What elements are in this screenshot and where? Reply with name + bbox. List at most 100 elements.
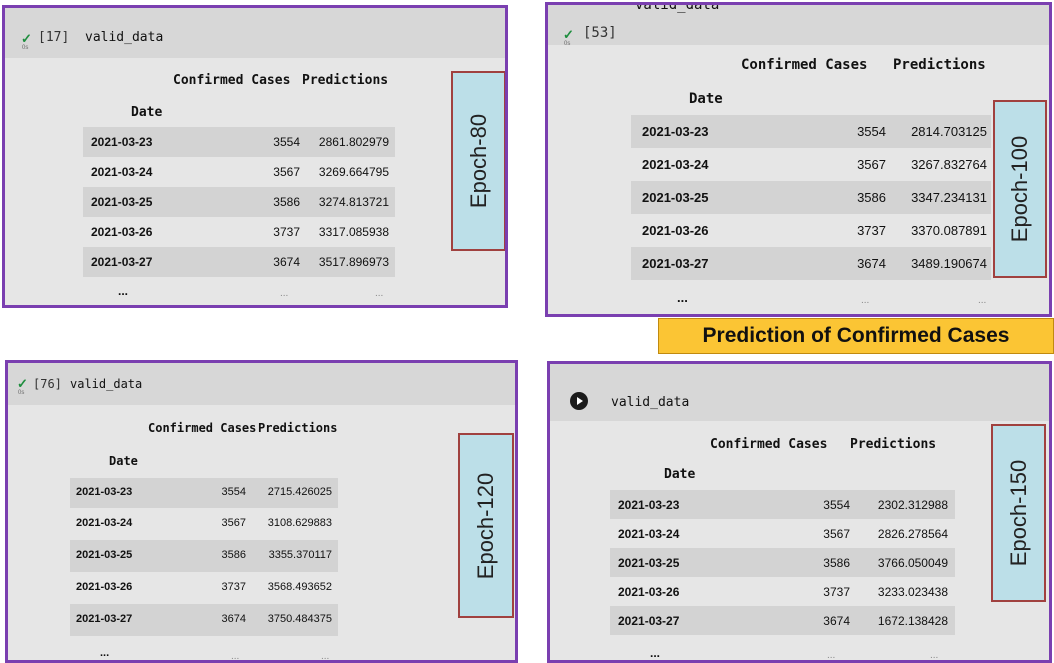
prediction-cell: 3233.023438: [877, 585, 948, 599]
check-icon: ✓: [563, 27, 574, 42]
table-row: 2021-03-24 3567 2826.278564: [610, 519, 955, 548]
play-circle-icon[interactable]: [570, 392, 588, 410]
notebook-cell-panel-epoch-80: ✓ 0s [17] valid_data Confirmed Cases Pre…: [2, 5, 508, 308]
confirmed-cell: 3567: [823, 527, 850, 541]
index-header-date: Date: [131, 105, 163, 120]
execution-time: 0s: [22, 45, 29, 51]
prediction-cell: 3355.370117: [268, 549, 332, 561]
prediction-cell: 3370.087891: [911, 223, 987, 238]
confirmed-cell: 3674: [857, 256, 886, 271]
date-cell: 2021-03-27: [76, 613, 133, 625]
epoch-label: Epoch-120: [473, 472, 498, 579]
confirmed-cell: 3586: [221, 549, 246, 561]
ellipsis-row: ...: [650, 646, 661, 660]
prediction-cell: 3750.484375: [267, 613, 332, 625]
execution-count: [17]: [38, 30, 70, 45]
column-header-predictions: Predictions: [893, 57, 986, 73]
epoch-label: Epoch-80: [465, 113, 491, 209]
check-icon: ✓: [17, 376, 28, 391]
confirmed-cell: 3737: [221, 581, 246, 593]
confirmed-cell: 3567: [857, 157, 886, 172]
code-cell-bar[interactable]: [5, 8, 505, 58]
epoch-label: Epoch-150: [1005, 459, 1031, 567]
code-text[interactable]: valid_data: [70, 377, 142, 391]
table-row: 2021-03-26 3737 3370.087891: [631, 214, 991, 247]
table-row: 2021-03-23 3554 2814.703125: [631, 115, 991, 148]
ellipsis-cell: ...: [861, 295, 870, 306]
date-cell: 2021-03-26: [76, 581, 133, 593]
prediction-cell: 2814.703125: [911, 124, 987, 139]
date-cell: 2021-03-27: [91, 255, 153, 269]
confirmed-cell: 3674: [273, 255, 300, 269]
table-row: 2021-03-25 3586 3766.050049: [610, 548, 955, 577]
table-row: 2021-03-23 3554 2302.312988: [610, 490, 955, 519]
confirmed-cell: 3586: [823, 556, 850, 570]
prediction-cell: 3766.050049: [877, 556, 948, 570]
column-header-predictions: Predictions: [850, 437, 937, 452]
confirmed-cell: 3674: [823, 614, 850, 628]
table-row: 2021-03-23 3554 2861.802979: [83, 127, 395, 157]
index-header-date: Date: [109, 454, 138, 468]
prediction-cell: 2826.278564: [877, 527, 948, 541]
ellipsis-cell: ...: [827, 650, 836, 661]
date-cell: 2021-03-26: [91, 225, 153, 239]
confirmed-cell: 3554: [823, 498, 850, 512]
prediction-cell: 3347.234131: [911, 190, 987, 205]
confirmed-cell: 3567: [221, 517, 246, 529]
confirmed-cell: 3567: [273, 165, 300, 179]
date-cell: 2021-03-25: [76, 549, 133, 561]
table-row: 2021-03-24 3567 3269.664795: [83, 157, 395, 187]
table-row: 2021-03-23 3554 2715.426025: [70, 478, 338, 508]
table-row: 2021-03-27 3674 1672.138428: [610, 606, 955, 635]
ellipsis-cell: ...: [321, 651, 330, 662]
execution-count: [76]: [33, 377, 62, 391]
column-header-confirmed: Confirmed Cases: [148, 421, 257, 435]
code-text[interactable]: valid_data: [611, 395, 689, 410]
prediction-cell: 2861.802979: [318, 135, 389, 149]
date-cell: 2021-03-23: [91, 135, 153, 149]
table-row: 2021-03-25 3586 3347.234131: [631, 181, 991, 214]
table-row: 2021-03-26 3737 3317.085938: [83, 217, 395, 247]
table-row: 2021-03-26 3737 3568.493652: [70, 572, 338, 604]
ellipsis-row: ...: [118, 284, 129, 298]
code-cell-bar[interactable]: [548, 5, 1049, 45]
date-cell: 2021-03-26: [618, 585, 680, 599]
prediction-cell: 3108.629883: [267, 517, 332, 529]
confirmed-cell: 3737: [273, 225, 300, 239]
confirmed-cell: 3737: [823, 585, 850, 599]
confirmed-cell: 3737: [857, 223, 886, 238]
execution-count: [53]: [583, 25, 617, 41]
ellipsis-cell: ...: [978, 295, 987, 306]
code-text[interactable]: valid_data: [85, 30, 163, 45]
prediction-cell: 3269.664795: [318, 165, 389, 179]
prediction-cell: 3568.493652: [267, 581, 332, 593]
execution-time: 0s: [564, 41, 571, 47]
column-header-predictions: Predictions: [258, 421, 338, 435]
figure-caption: Prediction of Confirmed Cases: [658, 318, 1054, 354]
column-header-confirmed: Confirmed Cases: [741, 57, 868, 73]
prediction-cell: 3267.832764: [911, 157, 987, 172]
code-text[interactable]: valid_data: [635, 5, 719, 13]
prediction-cell: 3489.190674: [911, 256, 987, 271]
ellipsis-cell: ...: [375, 288, 384, 299]
date-cell: 2021-03-27: [618, 614, 680, 628]
date-cell: 2021-03-24: [76, 517, 133, 529]
ellipsis-row: ...: [677, 290, 688, 305]
index-header-date: Date: [664, 467, 696, 482]
table-row: 2021-03-25 3586 3274.813721: [83, 187, 395, 217]
code-cell-bar[interactable]: [550, 364, 1049, 421]
table-row: 2021-03-24 3567 3108.629883: [70, 508, 338, 540]
prediction-cell: 3274.813721: [318, 195, 389, 209]
date-cell: 2021-03-24: [642, 157, 709, 172]
notebook-cell-panel-epoch-100: ✓ 0s [53] valid_data Confirmed Cases Pre…: [545, 2, 1052, 317]
prediction-cell: 2715.426025: [267, 486, 332, 498]
column-header-confirmed: Confirmed Cases: [710, 437, 828, 452]
table-row: 2021-03-27 3674 3489.190674: [631, 247, 991, 280]
confirmed-cell: 3586: [273, 195, 300, 209]
confirmed-cell: 3554: [273, 135, 300, 149]
table-row: 2021-03-24 3567 3267.832764: [631, 148, 991, 181]
prediction-cell: 3317.085938: [318, 225, 389, 239]
date-cell: 2021-03-23: [618, 498, 680, 512]
column-header-confirmed: Confirmed Cases: [173, 73, 291, 88]
date-cell: 2021-03-24: [618, 527, 680, 541]
